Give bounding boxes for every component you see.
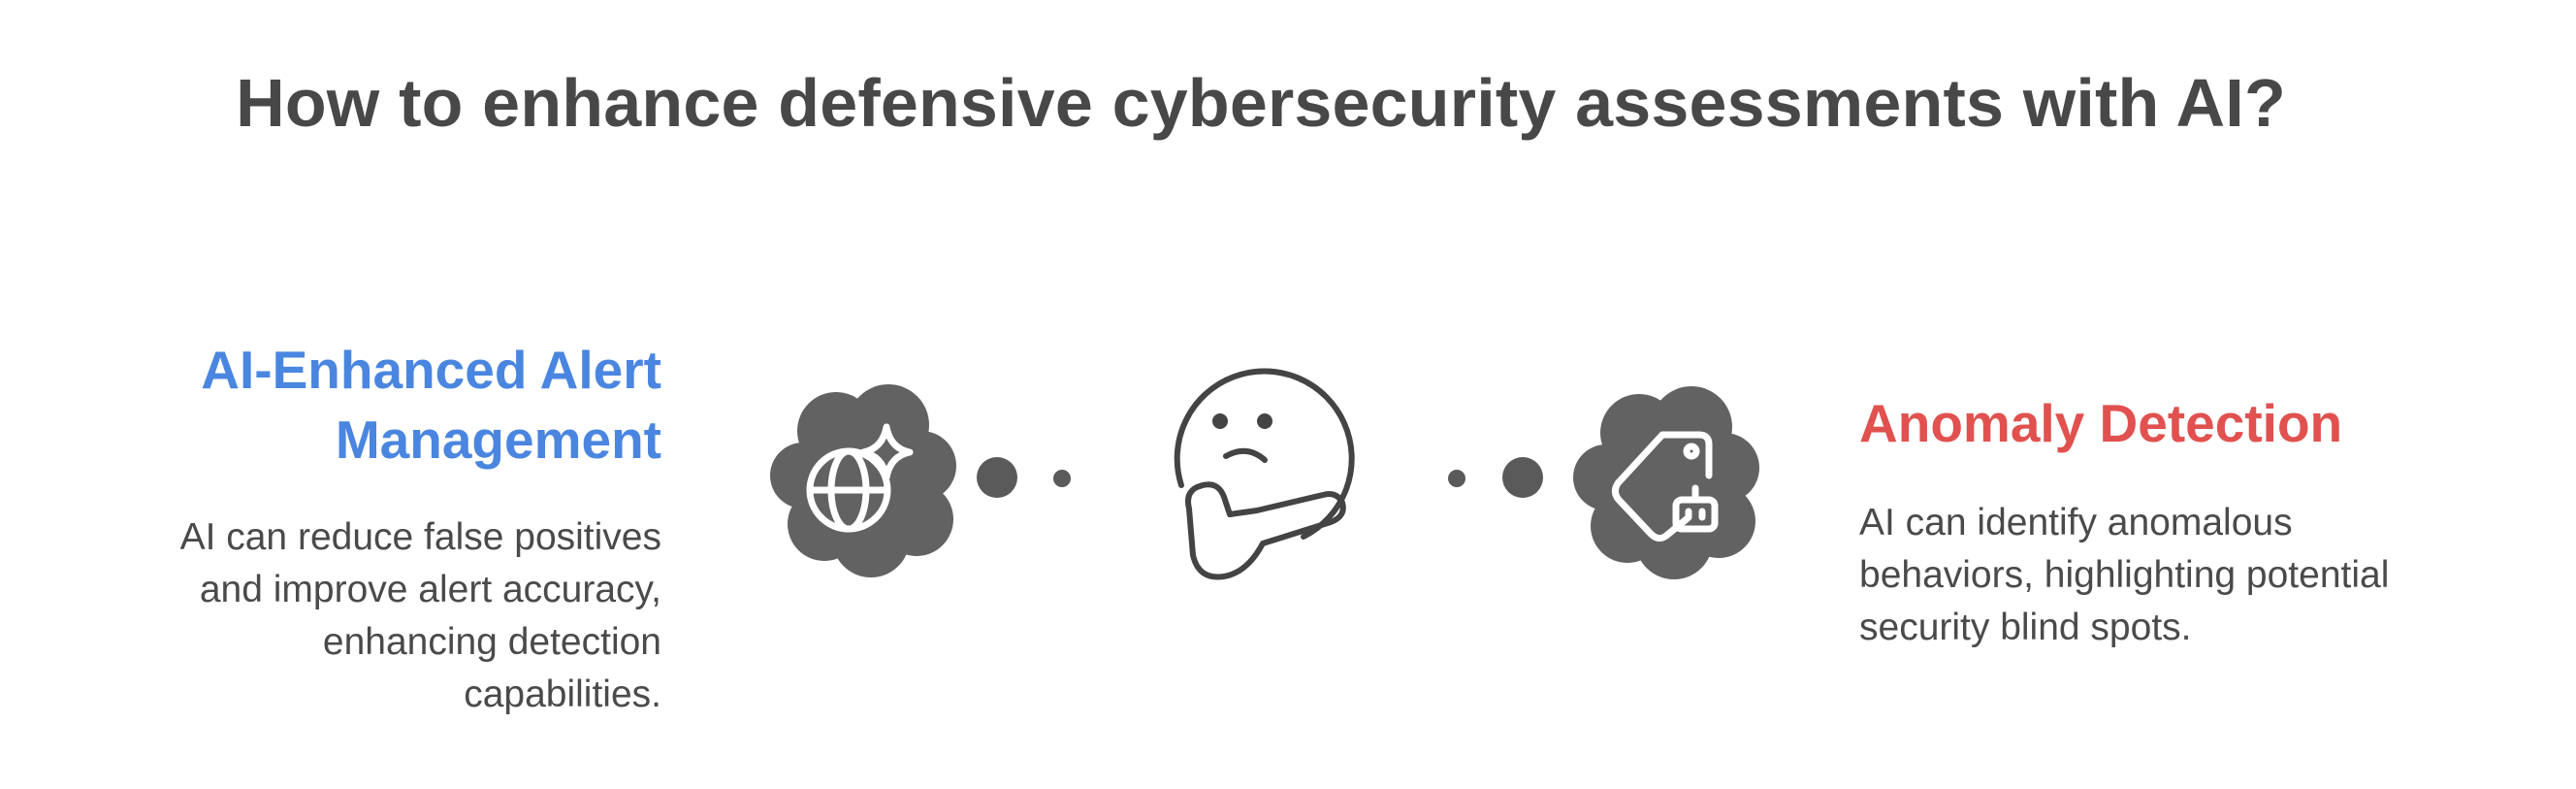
globe-sparkle-icon	[770, 384, 956, 577]
right-connector-dot-small	[1448, 470, 1465, 487]
left-connector-dot-large	[977, 457, 1017, 498]
tag-robot-icon	[1573, 386, 1759, 579]
diagram-graphics	[770, 368, 1759, 580]
right-connector-dot-large	[1502, 457, 1543, 498]
left-connector-dot-small	[1053, 470, 1071, 487]
thinking-face-icon	[1174, 368, 1355, 580]
